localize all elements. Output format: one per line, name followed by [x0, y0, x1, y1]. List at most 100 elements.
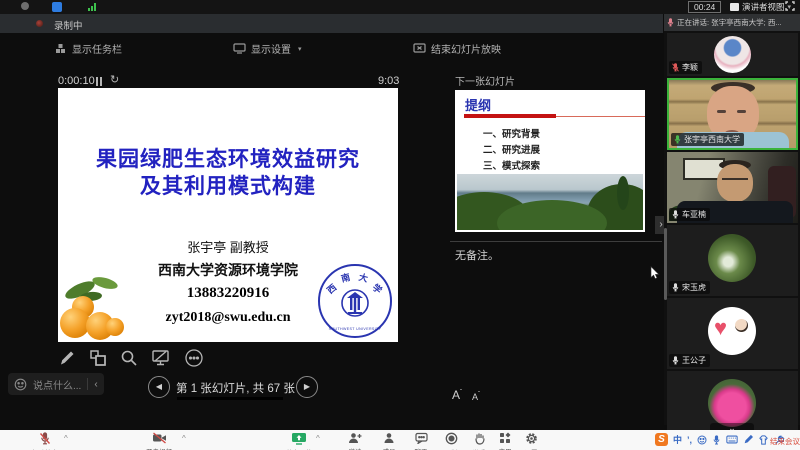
divider: [87, 378, 88, 390]
chat-button[interactable]: 聊天: [404, 432, 438, 450]
tray-circle-icon[interactable]: [21, 2, 29, 10]
start-video-button[interactable]: 开启视频: [142, 432, 176, 450]
fullscreen-icon[interactable]: [785, 1, 795, 11]
mic-active-icon: [673, 135, 682, 144]
heart-icon: ♥: [714, 315, 727, 341]
avatar: ♥: [708, 307, 756, 355]
network-signal-icon[interactable]: [88, 3, 96, 11]
meeting-control-bar: 解除静音 ^ 开启视频 ^ 共享屏幕 ^ 邀请 成员 聊天 录制: [0, 430, 800, 450]
name-badge: 李颖: [669, 61, 702, 74]
end-meeting-button[interactable]: 结束会议: [770, 436, 800, 447]
elapsed-timer: 0:00:10: [58, 75, 95, 87]
sogou-logo-icon[interactable]: S: [655, 433, 668, 446]
slide-sorter-icon[interactable]: [89, 349, 107, 367]
chat-quick-bubble[interactable]: 说点什么... ‹: [8, 373, 104, 395]
participant-tile[interactable]: ♥ 王公子: [667, 298, 798, 369]
unmute-button[interactable]: 解除静音: [28, 432, 62, 450]
invite-button[interactable]: 邀请: [338, 432, 372, 450]
speaker-mic-icon: [666, 18, 675, 27]
participant-tile[interactable]: 车亚楠: [667, 152, 798, 223]
collapse-chat-icon[interactable]: ‹: [94, 379, 97, 390]
view-mode-button[interactable]: 演讲者视图 ▾: [730, 1, 791, 13]
next-slide-button[interactable]: ▶: [296, 376, 318, 398]
system-top-bar: 00:24 演讲者视图 ▾: [0, 0, 800, 14]
share-screen-button[interactable]: 共享屏幕: [282, 432, 316, 450]
font-decrease-button[interactable]: Aˇ: [472, 392, 480, 402]
speaking-toast: 正在讲话: 张宇亭西南大学; 西...: [664, 14, 800, 31]
recording-dot-icon: [36, 20, 43, 27]
ime-emoji-icon[interactable]: [697, 435, 707, 445]
seal-emblem-icon: [340, 287, 370, 319]
landscape-photo: [457, 174, 643, 230]
divider: [450, 241, 662, 242]
outline-heading: 提纲: [465, 95, 491, 114]
mic-muted-icon: [671, 63, 680, 72]
name-badge: 王公子: [669, 354, 710, 367]
invite-person-icon: [348, 432, 362, 444]
cartoon-face: [735, 319, 748, 332]
participant-name: 车亚楠: [682, 209, 706, 220]
emoji-icon[interactable]: [14, 378, 27, 391]
participants-sidebar: 正在讲话: 张宇亭西南大学; 西... 李颖 张宇亭西南大学: [664, 14, 800, 425]
gear-icon: [525, 432, 538, 445]
slide-position-underline: [177, 397, 283, 400]
members-label: 成员: [383, 446, 396, 450]
recording-bar: [0, 14, 663, 33]
tray-app-icon[interactable]: [52, 2, 62, 12]
previous-slide-button[interactable]: ◀: [148, 376, 170, 398]
ime-language-toggle[interactable]: 中: [673, 433, 682, 446]
outline-item: 三、模式探索: [483, 158, 643, 172]
red-accent-line: [556, 116, 645, 117]
slide-title-line2: 及其利用模式构建: [58, 173, 398, 200]
ime-handwriting-icon[interactable]: [743, 434, 753, 445]
raise-hand-icon: [474, 432, 485, 445]
notes-text: 无备注。: [455, 247, 499, 263]
sidebar-scrollbar[interactable]: [664, 228, 667, 300]
restart-timer-icon[interactable]: ↻: [110, 73, 119, 86]
show-taskbar-button[interactable]: 显示任务栏: [55, 41, 122, 56]
avatar: [708, 379, 756, 427]
meeting-duration: 00:24: [688, 1, 721, 13]
participant-tile-partial[interactable]: ⌄: [667, 371, 798, 439]
record-icon: [445, 432, 458, 445]
more-options-icon[interactable]: [184, 348, 204, 368]
notes-font-controls: Aˆ Aˇ: [452, 388, 480, 402]
next-slide-thumbnail[interactable]: 提纲 一、研究背景 二、研究进展 三、模式探索: [455, 90, 645, 232]
chat-placeholder[interactable]: 说点什么...: [33, 377, 81, 392]
university-seal: 西 南 大 学 SOUTHWEST UNIVERSITY: [318, 264, 392, 338]
outline-item: 二、研究进展: [483, 142, 643, 156]
participant-tile[interactable]: 李颖: [667, 33, 798, 76]
members-button[interactable]: 成员: [372, 432, 406, 450]
ime-skin-icon[interactable]: [758, 435, 769, 445]
mic-options-chevron[interactable]: ^: [64, 434, 68, 443]
share-options-chevron[interactable]: ^: [316, 434, 320, 443]
participant-tile[interactable]: 宋玉虎: [667, 225, 798, 296]
font-increase-button[interactable]: Aˆ: [452, 388, 462, 402]
zoom-icon[interactable]: [120, 349, 138, 367]
ime-keyboard-icon[interactable]: [726, 435, 738, 444]
ime-voice-icon[interactable]: [712, 435, 721, 445]
name-badge: 张宇亭西南大学: [671, 133, 744, 146]
avatar: [714, 36, 751, 73]
ime-punctuation-toggle[interactable]: ’,: [687, 435, 692, 445]
participant-tile-speaking[interactable]: 张宇亭西南大学: [667, 78, 798, 150]
pause-timer-icon[interactable]: [96, 77, 102, 86]
black-screen-icon[interactable]: [151, 349, 171, 367]
speaking-toast-text: 正在讲话: 张宇亭西南大学; 西...: [677, 17, 782, 28]
chevron-down-icon: ▾: [298, 45, 302, 53]
chat-label: 聊天: [415, 446, 428, 450]
settings-button[interactable]: 设置: [514, 432, 548, 450]
participant-name: 张宇亭西南大学: [684, 134, 740, 145]
video-options-chevron[interactable]: ^: [182, 434, 186, 443]
pen-icon[interactable]: [58, 349, 76, 367]
apps-label: 应用: [499, 446, 512, 450]
meeting-screen-share: 00:24 演讲者视图 ▾ 录制中 显示任务栏 显示设置 ▾ 结束幻灯片放映 0…: [0, 0, 800, 450]
end-slideshow-button[interactable]: 结束幻灯片放映: [413, 41, 501, 56]
display-settings-button[interactable]: 显示设置 ▾: [233, 41, 302, 56]
invite-label: 邀请: [349, 446, 362, 450]
mic-icon: [671, 356, 680, 365]
current-time: 9:03: [378, 75, 399, 87]
current-slide[interactable]: 果园绿肥生态环境效益研究 及其利用模式构建 张宇亭 副教授 西南大学资源环境学院…: [58, 88, 398, 342]
mic-icon: [671, 210, 680, 219]
layout-icon: [730, 3, 739, 11]
